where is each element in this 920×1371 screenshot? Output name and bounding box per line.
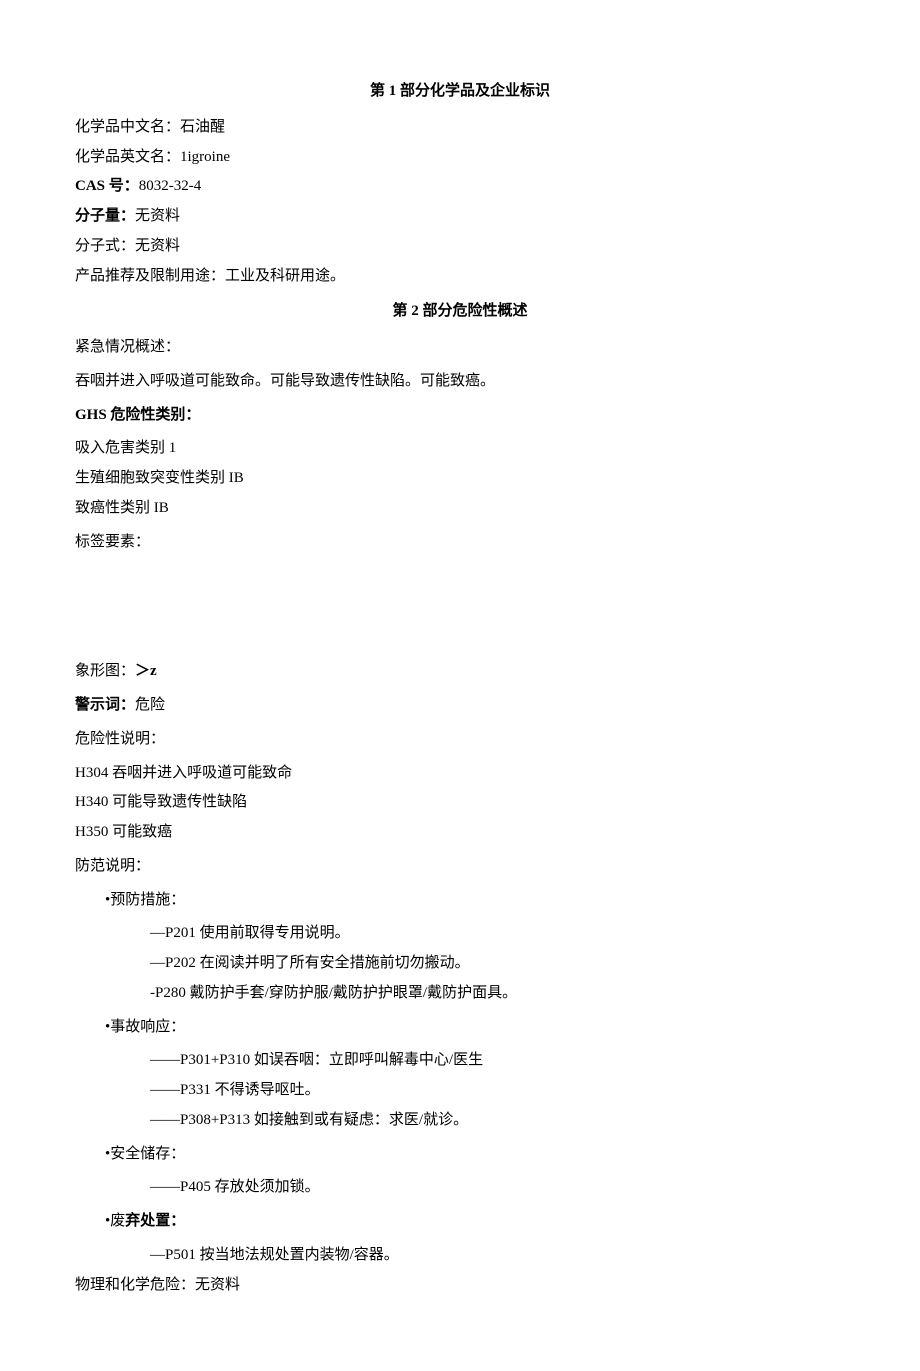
storage-header: •安全储存： — [75, 1141, 845, 1169]
ghs-category-label: GHS 危险性类别： — [75, 402, 845, 430]
uses-value: 工业及科研用途。 — [225, 268, 345, 284]
disposal-item-1: —P501 按当地法规处置内装物/容器。 — [75, 1242, 845, 1270]
label-elements-header: 标签要素： — [75, 529, 845, 557]
prevention-header: •预防措施： — [75, 887, 845, 915]
prevention-item-2: —P202 在阅读并明了所有安全措施前切勿搬动。 — [75, 950, 845, 978]
chemical-name-cn-value: 石油醒 — [180, 119, 225, 135]
signal-word-line: 警示词：危险 — [75, 692, 845, 720]
section-2-header: 第 2 部分危险性概述 — [75, 298, 845, 326]
emergency-label: 紧急情况概述： — [75, 334, 845, 362]
disposal-header-bold: 弃处置： — [125, 1213, 185, 1229]
chemical-name-en-line: 化学品英文名：1igroine — [75, 144, 845, 172]
molecular-formula-value: 无资料 — [135, 238, 180, 254]
chemical-name-cn-label: 化学品中文名： — [75, 119, 180, 135]
ghs-item-2: 生殖细胞致突变性类别 IB — [75, 465, 845, 493]
response-header: •事故响应： — [75, 1014, 845, 1042]
storage-item-1: ——P405 存放处须加锁。 — [75, 1174, 845, 1202]
emergency-text: 吞咽并进入呼吸道可能致命。可能导致遗传性缺陷。可能致癌。 — [75, 368, 845, 396]
molecular-formula-line: 分子式：无资料 — [75, 233, 845, 261]
cas-label: CAS 号： — [75, 178, 139, 194]
pictogram-label: 象形图： — [75, 663, 135, 679]
section-1-header: 第 1 部分化学品及企业标识 — [75, 78, 845, 106]
molecular-weight-value: 无资料 — [135, 208, 180, 224]
signal-word-value: 危险 — [135, 697, 165, 713]
disposal-header-prefix: •废 — [105, 1213, 125, 1229]
response-item-1: ——P301+P310 如误吞咽：立即呼叫解毒中心/医生 — [75, 1047, 845, 1075]
pictogram-line: 象形图：＞z — [75, 658, 845, 686]
phys-chem-hazard-label: 物理和化学危险： — [75, 1277, 195, 1293]
prevention-item-1: —P201 使用前取得专用说明。 — [75, 920, 845, 948]
blank-space — [75, 562, 845, 652]
prevention-item-3: -P280 戴防护手套/穿防护服/戴防护护眼罩/戴防护面具。 — [75, 980, 845, 1008]
chemical-name-cn-line: 化学品中文名：石油醒 — [75, 114, 845, 142]
uses-line: 产品推荐及限制用途：工业及科研用途。 — [75, 263, 845, 291]
chemical-name-en-label: 化学品英文名： — [75, 149, 180, 165]
molecular-weight-line: 分子量：无资料 — [75, 203, 845, 231]
cas-value: 8032-32-4 — [139, 178, 202, 194]
ghs-item-1: 吸入危害类别 1 — [75, 435, 845, 463]
hazard-item-3: H350 可能致癌 — [75, 819, 845, 847]
hazard-item-2: H340 可能导致遗传性缺陷 — [75, 789, 845, 817]
response-item-3: ——P308+P313 如接触到或有疑虑：求医/就诊。 — [75, 1107, 845, 1135]
cas-line: CAS 号：8032-32-4 — [75, 173, 845, 201]
phys-chem-hazard-value: 无资料 — [195, 1277, 240, 1293]
molecular-formula-label: 分子式： — [75, 238, 135, 254]
signal-word-label: 警示词： — [75, 697, 135, 713]
phys-chem-hazard-line: 物理和化学危险：无资料 — [75, 1272, 845, 1300]
chemical-name-en-value: 1igroine — [180, 149, 230, 165]
precaution-label: 防范说明： — [75, 853, 845, 881]
hazard-item-1: H304 吞咽并进入呼吸道可能致命 — [75, 760, 845, 788]
pictogram-value: ＞z — [135, 663, 157, 679]
uses-label: 产品推荐及限制用途： — [75, 268, 225, 284]
molecular-weight-label: 分子量： — [75, 208, 135, 224]
disposal-header: •废弃处置： — [75, 1208, 845, 1236]
hazard-statement-label: 危险性说明： — [75, 726, 845, 754]
response-item-2: ——P331 不得诱导呕吐。 — [75, 1077, 845, 1105]
ghs-item-3: 致癌性类别 IB — [75, 495, 845, 523]
